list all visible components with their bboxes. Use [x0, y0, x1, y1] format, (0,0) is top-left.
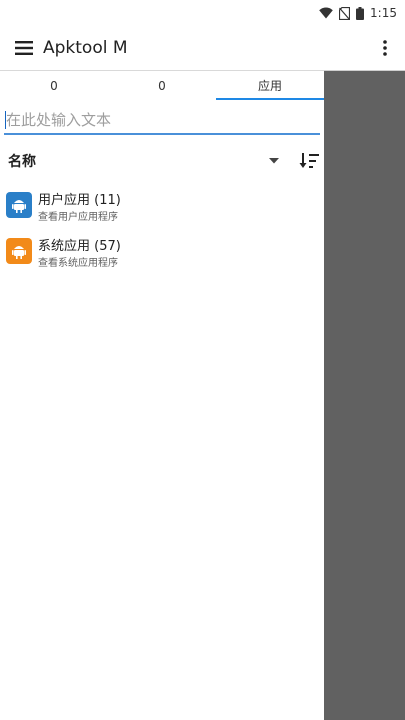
tab-second[interactable]: 0	[108, 75, 216, 101]
no-sim-icon	[339, 6, 351, 20]
search-input[interactable]	[4, 107, 320, 133]
more-vert-icon[interactable]	[377, 36, 393, 60]
category-list: 用户应用 (11) 查看用户应用程序 系统应用 (57) 查看系统应用程序	[0, 187, 324, 279]
status-bar: 1:15	[0, 0, 405, 26]
sort-by-label[interactable]: 名称	[8, 151, 36, 171]
tab-first[interactable]: 0	[0, 75, 108, 101]
list-item-title: 用户应用 (11)	[38, 193, 121, 208]
text-cursor	[5, 111, 6, 129]
main-panel: 0 0 应用 名称 用户应用 (11) 查看用户应用程序 系统应用 (57)	[0, 70, 324, 720]
app-bar: Apktool M	[0, 26, 405, 70]
tab-apps[interactable]: 应用	[216, 75, 324, 101]
wifi-icon	[319, 7, 333, 19]
hamburger-menu-icon[interactable]	[12, 36, 36, 60]
app-title: Apktool M	[43, 38, 128, 58]
arrow-drop-down-icon[interactable]	[266, 153, 282, 169]
list-item-title: 系统应用 (57)	[38, 239, 121, 254]
search-field	[4, 107, 320, 135]
list-item-system-apps[interactable]: 系统应用 (57) 查看系统应用程序	[0, 233, 324, 279]
tab-bar: 0 0 应用	[0, 75, 324, 101]
secondary-pane	[324, 70, 405, 720]
android-icon	[6, 192, 32, 218]
list-item-subtitle: 查看用户应用程序	[38, 212, 118, 223]
list-item-user-apps[interactable]: 用户应用 (11) 查看用户应用程序	[0, 187, 324, 233]
sort-order-icon[interactable]	[298, 150, 320, 172]
list-item-subtitle: 查看系统应用程序	[38, 258, 118, 269]
battery-icon	[356, 6, 365, 20]
android-icon	[6, 238, 32, 264]
status-time: 1:15	[370, 6, 397, 20]
status-icons: 1:15	[319, 4, 397, 22]
sort-row: 名称	[0, 149, 324, 175]
